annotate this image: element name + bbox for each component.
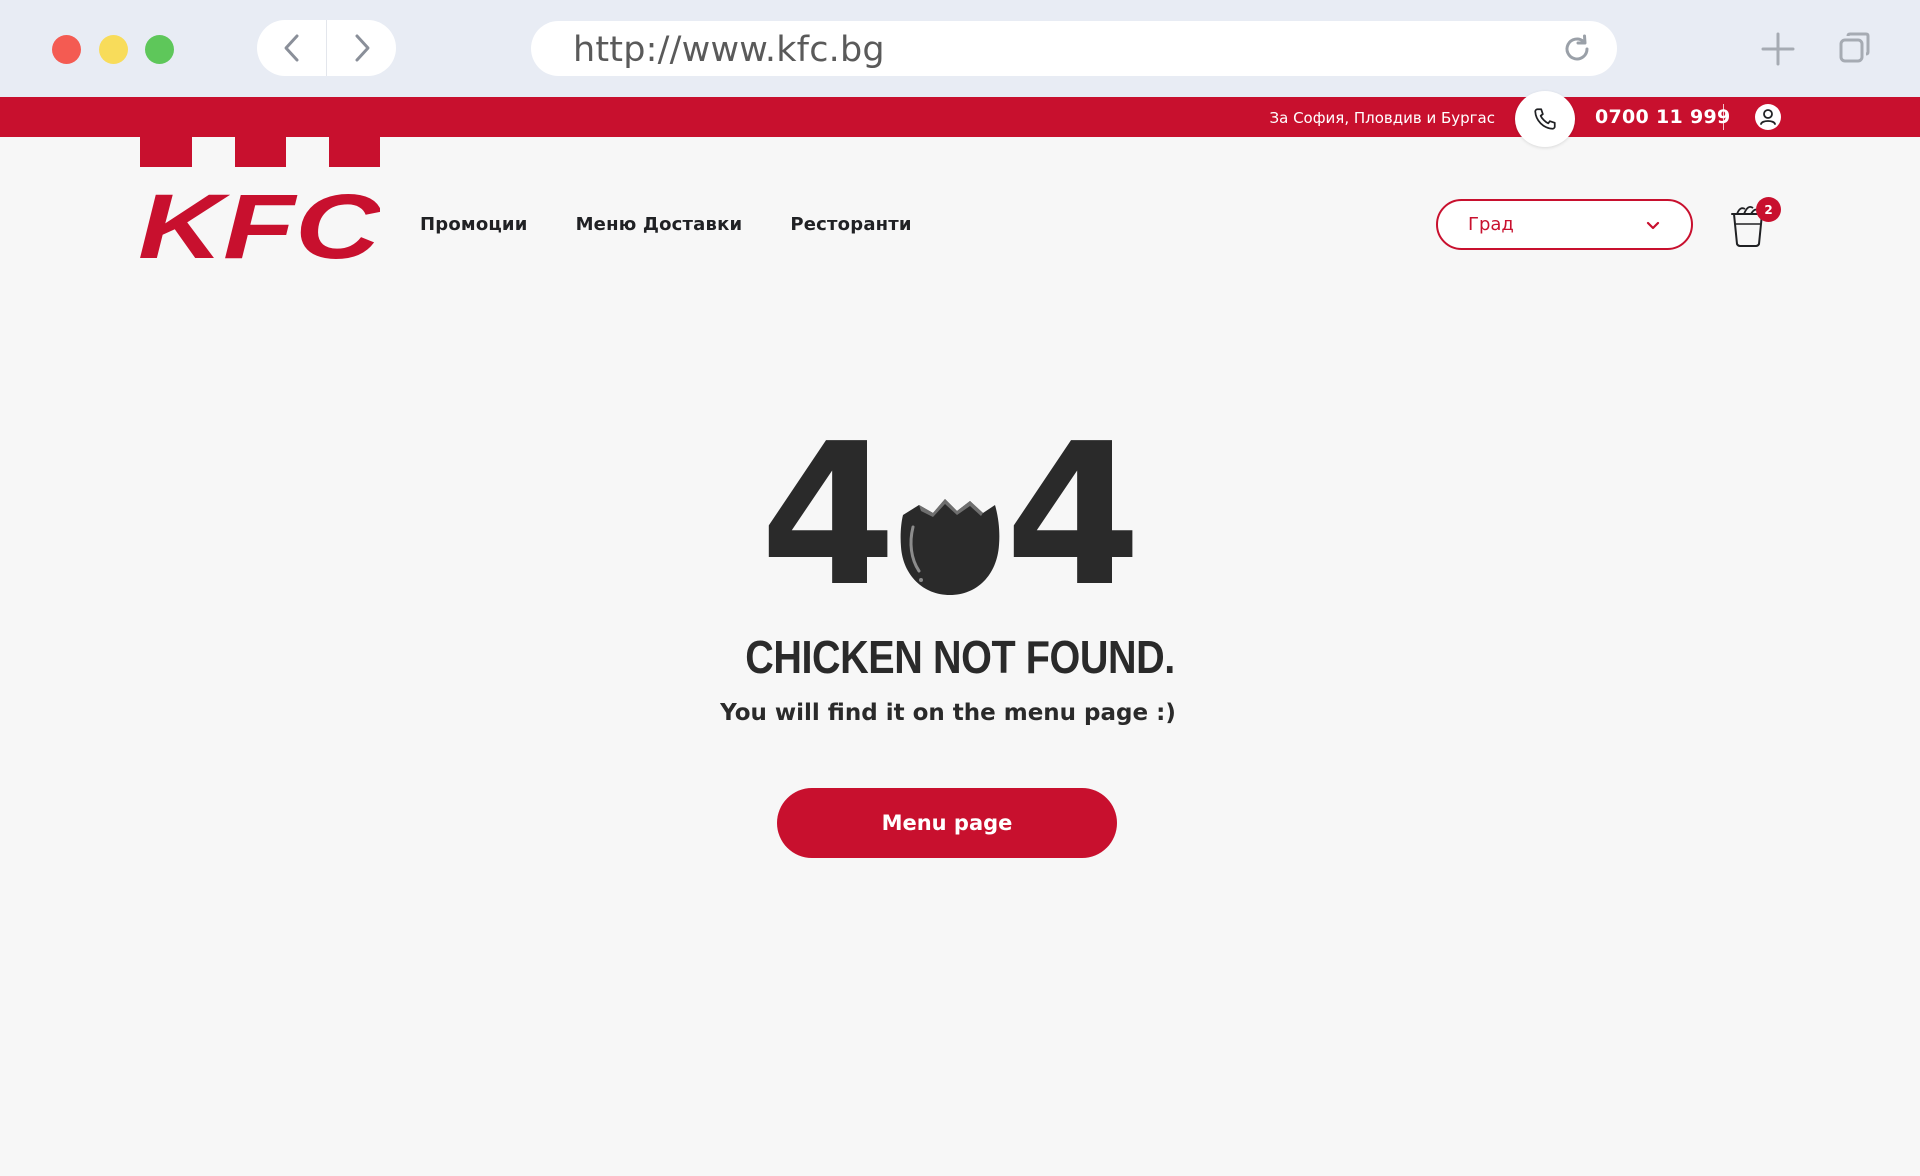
- error-code: 4 4: [760, 418, 1170, 614]
- address-bar[interactable]: http://www.kfc.bg: [531, 21, 1617, 76]
- phone-icon: [1534, 108, 1556, 130]
- history-nav: [257, 20, 396, 76]
- chevron-left-icon: [284, 34, 298, 62]
- nav-item-promotions[interactable]: Промоции: [420, 214, 528, 235]
- city-select[interactable]: Град: [1436, 199, 1693, 250]
- nav-item-restaurants[interactable]: Ресторанти: [790, 214, 911, 235]
- phone-number-link[interactable]: 0700 11 999: [1595, 106, 1731, 128]
- broken-egg-icon: [900, 499, 1000, 595]
- error-headline: CHICKEN NOT FOUND.: [745, 631, 1175, 683]
- plus-icon[interactable]: [1759, 30, 1797, 68]
- nav-item-delivery-menu[interactable]: Меню Доставки: [576, 214, 743, 235]
- user-icon[interactable]: [1754, 103, 1782, 131]
- error-digit-left: 4: [760, 402, 897, 630]
- kfc-logo[interactable]: KFC: [140, 137, 380, 261]
- error-subtext: You will find it on the menu page :): [720, 700, 1176, 726]
- browser-chrome: http://www.kfc.bg: [0, 0, 1920, 97]
- topbar-divider: [1723, 104, 1724, 130]
- window-close-button[interactable]: [52, 35, 81, 64]
- menu-page-button[interactable]: Menu page: [777, 788, 1117, 858]
- url-text[interactable]: http://www.kfc.bg: [573, 30, 885, 70]
- city-select-value: Град: [1468, 214, 1514, 235]
- reload-icon[interactable]: [1561, 33, 1593, 65]
- window-minimize-button[interactable]: [99, 35, 128, 64]
- phone-button[interactable]: [1515, 91, 1575, 147]
- service-cities-text: За София, Пловдив и Бургас: [1269, 109, 1496, 127]
- error-digit-right: 4: [1005, 402, 1142, 630]
- chevron-right-icon: [355, 34, 369, 62]
- tabs-icon[interactable]: [1837, 30, 1873, 66]
- main-nav: Промоции Меню Доставки Ресторанти: [420, 214, 960, 235]
- window-maximize-button[interactable]: [145, 35, 174, 64]
- chevron-down-icon: [1646, 221, 1660, 230]
- back-button[interactable]: [257, 20, 326, 76]
- cart-count-badge: 2: [1756, 197, 1781, 222]
- svg-text:KFC: KFC: [140, 176, 380, 261]
- forward-button[interactable]: [327, 20, 396, 76]
